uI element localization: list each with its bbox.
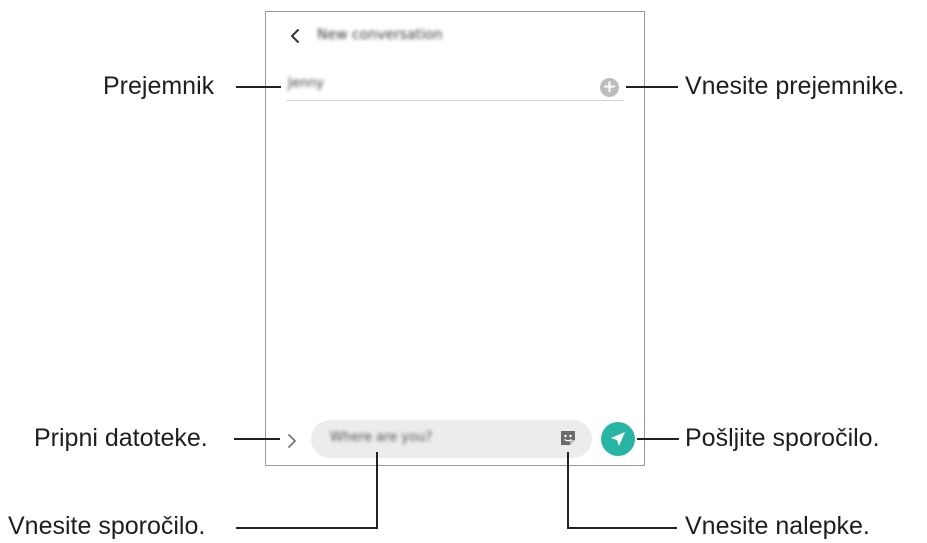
leader-add-recipients	[626, 86, 678, 88]
recipient-underline	[286, 100, 624, 101]
leader-send	[637, 438, 679, 440]
sticker-button[interactable]	[559, 429, 577, 447]
add-recipient-button[interactable]: +	[600, 78, 619, 97]
callout-recipient: Prejemnik	[103, 72, 215, 100]
leader-message-vertical	[376, 452, 378, 529]
message-placeholder: Where are you?	[330, 430, 433, 445]
plus-circle-icon: +	[602, 77, 617, 97]
recipient-input[interactable]: Jenny	[288, 71, 588, 97]
callout-attach-files: Pripni datoteke.	[34, 424, 208, 452]
leader-message-horizontal	[236, 527, 378, 529]
chevron-right-icon	[288, 434, 296, 448]
callout-enter-stickers: Vnesite nalepke.	[685, 512, 870, 540]
send-button[interactable]	[601, 422, 635, 456]
send-arrow-icon	[611, 432, 625, 446]
leader-attach	[234, 438, 280, 440]
leader-sticker-horizontal	[567, 527, 677, 529]
callout-add-recipients: Vnesite prejemnike.	[685, 72, 905, 100]
sticker-icon	[561, 431, 575, 445]
callout-send-message: Pošljite sporočilo.	[685, 424, 880, 452]
attach-button[interactable]	[285, 432, 299, 450]
back-icon[interactable]	[287, 26, 305, 46]
leader-sticker-vertical	[567, 452, 569, 529]
callout-enter-message: Vnesite sporočilo.	[8, 512, 206, 540]
screen-title: New conversation	[317, 27, 443, 43]
leader-recipient	[236, 86, 281, 88]
